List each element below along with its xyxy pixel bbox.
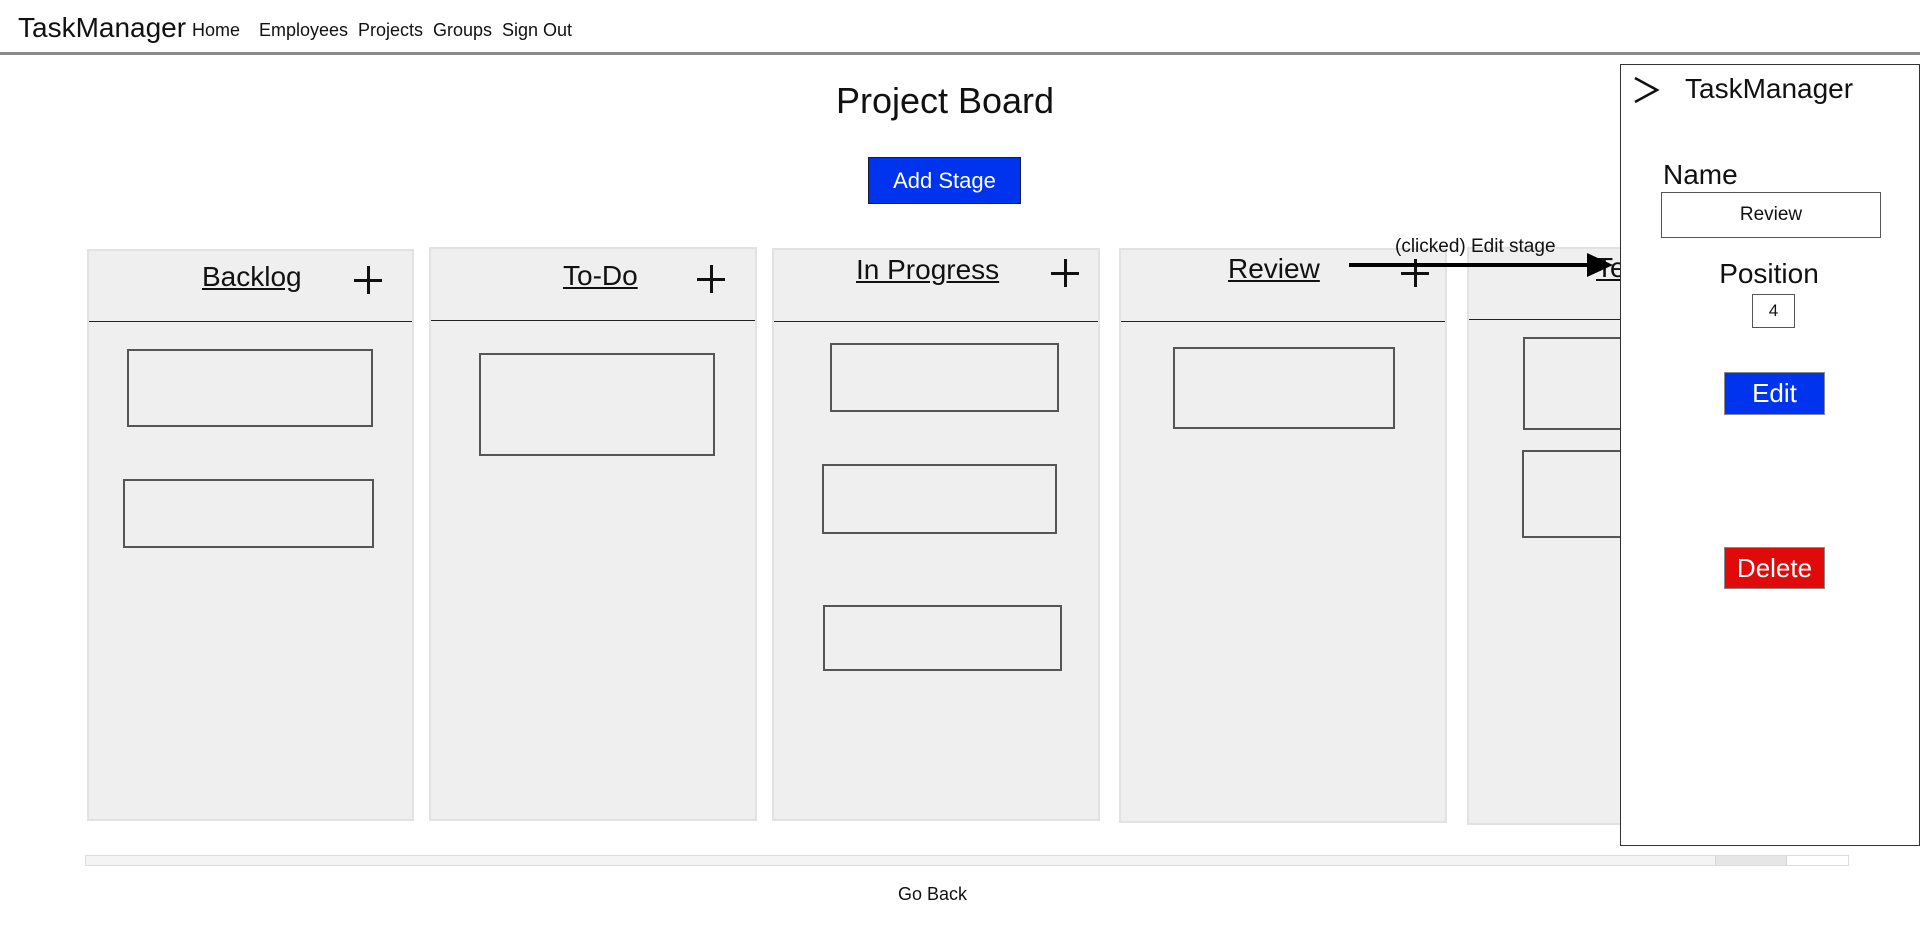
brand-logo[interactable]: TaskManager [18, 12, 186, 44]
stage-header-divider [774, 321, 1098, 322]
task-card[interactable] [123, 479, 374, 548]
go-back-link[interactable]: Go Back [0, 884, 1865, 905]
nav-link-groups[interactable]: Groups [433, 20, 492, 41]
stage-title-review[interactable]: Review [1228, 253, 1320, 285]
stage-header-divider [89, 321, 412, 322]
task-card[interactable] [823, 605, 1062, 671]
edit-stage-panel: TaskManager Name Position Edit Delete [1620, 64, 1920, 846]
annotation-label: (clicked) Edit stage [1395, 236, 1556, 257]
task-card[interactable] [1173, 347, 1395, 429]
add-stage-button[interactable]: Add Stage [868, 157, 1021, 204]
annotation-arrow-head-icon [1587, 253, 1613, 277]
stage-name-input[interactable] [1661, 192, 1881, 238]
stage-header-divider [431, 320, 755, 321]
position-label: Position [1719, 258, 1819, 289]
nav-link-employees[interactable]: Employees [259, 20, 348, 41]
board-horizontal-scrollbar[interactable] [85, 855, 1849, 866]
task-card[interactable] [127, 349, 373, 427]
stage-column-in-progress: In Progress [772, 248, 1100, 821]
chevron-right-icon[interactable] [1631, 75, 1661, 105]
delete-stage-button[interactable]: Delete [1724, 547, 1825, 589]
task-card[interactable] [822, 464, 1057, 534]
stage-column-review: Review [1119, 248, 1447, 823]
stage-title-backlog[interactable]: Backlog [202, 261, 302, 293]
annotation-arrow-line [1349, 263, 1587, 267]
edit-stage-button[interactable]: Edit [1724, 372, 1825, 415]
stage-position-input[interactable] [1752, 294, 1795, 328]
nav-link-sign-out[interactable]: Sign Out [502, 20, 572, 41]
nav-link-projects[interactable]: Projects [358, 20, 423, 41]
task-card[interactable] [479, 353, 715, 456]
stage-column-to-do: To-Do [429, 247, 757, 821]
top-navbar: TaskManager Home Employees Projects Grou… [0, 0, 1920, 55]
scrollbar-track-end [1787, 856, 1848, 865]
nav-link-home[interactable]: Home [192, 20, 240, 41]
stage-column-backlog: Backlog [87, 249, 414, 821]
task-card[interactable] [830, 343, 1059, 412]
add-task-plus-icon[interactable] [697, 265, 725, 293]
page-title: Project Board [835, 80, 1055, 121]
stage-title-to-do[interactable]: To-Do [563, 260, 638, 292]
name-label: Name [1663, 159, 1738, 190]
add-task-plus-icon[interactable] [354, 266, 382, 294]
panel-title: TaskManager [1685, 73, 1854, 104]
stage-title-in-progress[interactable]: In Progress [856, 254, 999, 286]
scrollbar-thumb[interactable] [1715, 856, 1787, 865]
add-task-plus-icon[interactable] [1051, 259, 1079, 287]
stage-header-divider [1121, 321, 1445, 322]
